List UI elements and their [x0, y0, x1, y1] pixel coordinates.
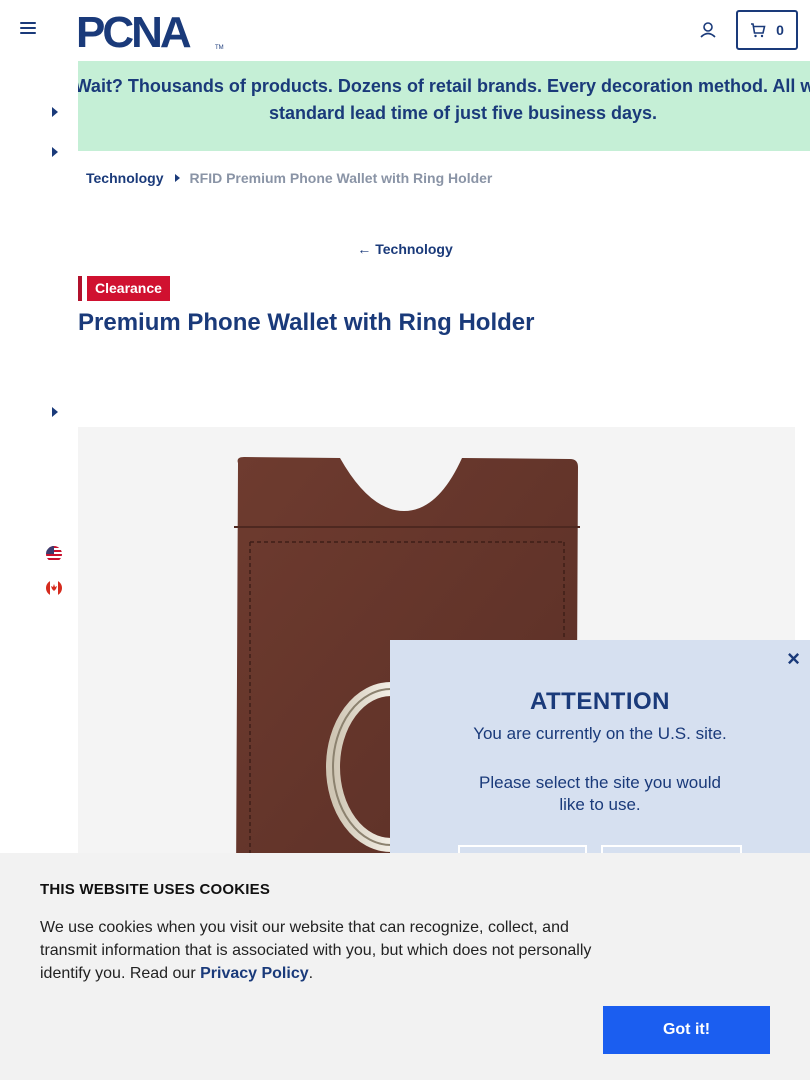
svg-text:TM: TM — [215, 45, 224, 51]
breadcrumb-current: RFID Premium Phone Wallet with Ring Hold… — [189, 170, 493, 186]
badge-accent — [78, 276, 82, 301]
site-header: PCNA TM 0 — [0, 0, 810, 61]
pcna-logo[interactable]: PCNA TM — [76, 10, 226, 52]
modal-message: You are currently on the U.S. site. — [473, 724, 727, 743]
product-title: Premium Phone Wallet with Ring Holder — [78, 309, 535, 336]
site-selection-modal: × ATTENTION You are currently on the U.S… — [390, 640, 810, 885]
modal-title: ATTENTION — [529, 688, 671, 715]
cookie-banner: THIS WEBSITE USES COOKIES We use cookies… — [0, 853, 810, 1080]
cart-icon — [751, 23, 766, 38]
us-flag-icon[interactable] — [46, 546, 62, 562]
cookie-text: We use cookies when you visit our websit… — [40, 916, 605, 985]
account-icon[interactable] — [698, 20, 718, 40]
cookie-title: THIS WEBSITE USES COOKIES — [40, 881, 271, 898]
cart-button[interactable]: 0 — [736, 10, 798, 50]
promo-banner: Wait? Thousands of products. Dozens of r… — [78, 61, 810, 151]
close-icon[interactable]: × — [787, 646, 800, 672]
sidebar-expand-arrow[interactable] — [52, 107, 58, 117]
breadcrumb: Technology RFID Premium Phone Wallet wit… — [86, 170, 492, 186]
cart-count: 0 — [776, 22, 784, 38]
back-to-category-link[interactable]: ← Technology — [0, 241, 810, 257]
cookie-body: We use cookies when you visit our websit… — [40, 919, 592, 982]
canada-flag-icon[interactable] — [46, 580, 62, 596]
promo-text: Wait? Thousands of products. Dozens of r… — [78, 76, 810, 123]
sidebar-expand-arrow[interactable] — [52, 147, 58, 157]
arrow-left-icon: ← — [357, 241, 372, 257]
sidebar-expand-arrow[interactable] — [52, 407, 58, 417]
back-link-label: Technology — [375, 241, 453, 257]
svg-text:PCNA: PCNA — [76, 10, 191, 52]
cookie-period: . — [308, 965, 314, 982]
privacy-policy-link[interactable]: Privacy Policy — [200, 965, 309, 982]
menu-icon[interactable] — [20, 22, 36, 38]
caret-right-icon — [174, 174, 180, 182]
modal-prompt: Please select the site you would like to… — [479, 773, 721, 814]
accept-cookies-button[interactable]: Got it! — [603, 1006, 770, 1054]
clearance-badge: Clearance — [87, 276, 170, 301]
breadcrumb-category-link[interactable]: Technology — [86, 170, 164, 186]
